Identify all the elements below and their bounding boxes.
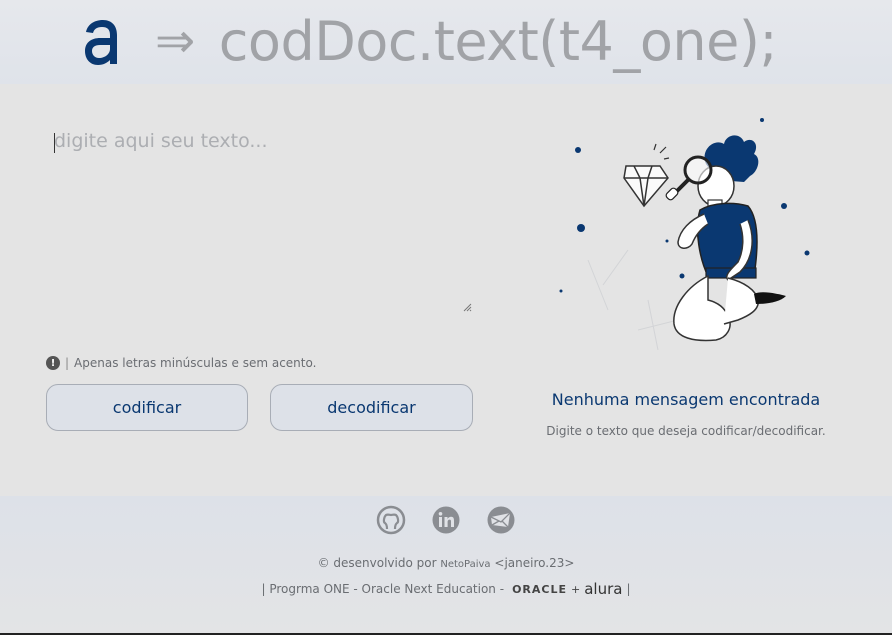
empty-state-subtitle: Digite o texto que deseja codificar/deco… bbox=[546, 424, 826, 438]
program-end: | bbox=[626, 582, 631, 596]
brand-title: ⇒ codDoc.text(t4_one); bbox=[155, 6, 778, 76]
alura-wordmark: alura bbox=[584, 580, 623, 598]
decor-dot bbox=[559, 289, 563, 293]
hint-separator: | bbox=[65, 356, 70, 370]
linkedin-icon[interactable] bbox=[431, 505, 461, 535]
program-line: | Progrma ONE - Oracle Next Education - … bbox=[0, 580, 892, 598]
hint-text: Apenas letras minúsculas e sem acento. bbox=[74, 356, 317, 370]
credits-author[interactable]: NetoPaiva bbox=[440, 559, 490, 570]
decor-dot bbox=[577, 224, 585, 232]
credits: © desenvolvido por NetoPaiva <janeiro.23… bbox=[0, 556, 892, 570]
decor-dot bbox=[679, 273, 685, 279]
brand-text: codDoc.text(t4_one); bbox=[218, 9, 778, 73]
search-illustration bbox=[559, 118, 810, 351]
alura-logo bbox=[85, 20, 117, 65]
program-text: | Progrma ONE - Oracle Next Education - bbox=[261, 582, 505, 596]
credits-suffix: <janeiro.23> bbox=[494, 556, 575, 570]
message-input[interactable] bbox=[46, 122, 474, 314]
input-hint: ! | Apenas letras minúsculas e sem acent… bbox=[46, 354, 316, 372]
decor-dot bbox=[575, 147, 581, 153]
decor-dot bbox=[804, 250, 810, 256]
encode-button[interactable]: codificar bbox=[46, 384, 248, 431]
resize-handle-icon[interactable] bbox=[462, 302, 472, 312]
person-figure bbox=[665, 135, 786, 342]
empty-state-title: Nenhuma mensagem encontrada bbox=[551, 390, 821, 409]
social-links bbox=[376, 505, 516, 535]
exclamation-icon: ! bbox=[46, 356, 60, 370]
diamond-icon bbox=[623, 165, 669, 208]
decode-button[interactable]: decodificar bbox=[270, 384, 473, 431]
oracle-logo: ORACLE bbox=[512, 582, 567, 596]
text-caret bbox=[54, 133, 55, 153]
arrow-icon: ⇒ bbox=[155, 13, 195, 69]
email-icon[interactable] bbox=[486, 505, 516, 535]
decor-dot bbox=[760, 118, 764, 122]
credits-prefix: © desenvolvido por bbox=[317, 556, 437, 570]
decor-dot bbox=[781, 203, 787, 209]
github-icon[interactable] bbox=[376, 505, 406, 535]
header: ⇒ codDoc.text(t4_one); bbox=[0, 0, 892, 84]
text-input-area[interactable] bbox=[46, 122, 474, 314]
decor-dot bbox=[665, 239, 669, 243]
plus-sign: + bbox=[571, 582, 581, 596]
